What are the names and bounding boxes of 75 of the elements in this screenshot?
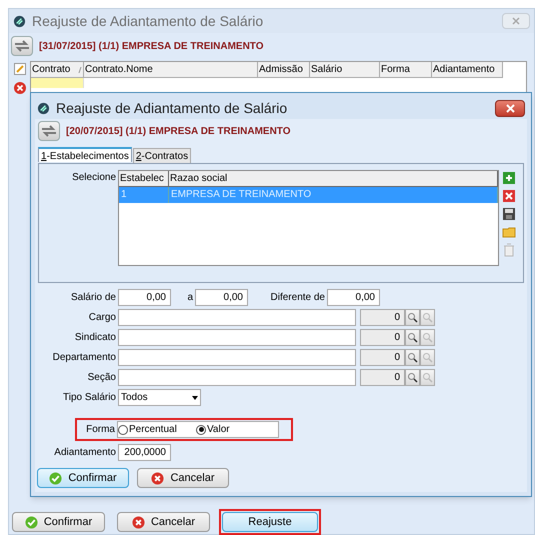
readjust-button[interactable]: Reajuste [222, 512, 318, 532]
code-field[interactable]: 0 [360, 349, 405, 366]
column-header[interactable]: Contrato.Nome [84, 62, 258, 78]
swap-arrows-button[interactable] [11, 36, 33, 56]
radio-option[interactable]: Valor [196, 422, 230, 437]
search-button[interactable] [420, 349, 435, 366]
field-label: Seção [86, 371, 117, 385]
save-icon[interactable] [501, 206, 517, 222]
table-cell [31, 78, 84, 88]
cancel-icon [132, 516, 145, 528]
search-button[interactable] [405, 309, 420, 326]
field-label: a [186, 291, 194, 305]
confirm-button[interactable]: Confirmar [12, 512, 105, 532]
confirm-button[interactable]: Confirmar [37, 468, 129, 488]
add-icon[interactable] [501, 170, 517, 186]
radio-option[interactable]: Percentual [118, 422, 196, 437]
cancel-icon [151, 472, 164, 484]
check-icon [24, 516, 38, 528]
close-button[interactable] [495, 100, 525, 116]
field-label: Salário de [70, 291, 117, 305]
advance-field[interactable]: 200,0000 [118, 444, 171, 461]
search-button[interactable] [420, 329, 435, 346]
cancel-button[interactable]: Cancelar [137, 468, 229, 488]
delete-icon[interactable] [12, 80, 28, 96]
salary-type-dropdown[interactable]: Todos [118, 389, 201, 406]
close-icon [512, 17, 520, 25]
column-header[interactable]: Contrato [31, 62, 84, 78]
code-field[interactable]: 0 [360, 329, 405, 346]
lookup-field[interactable] [118, 329, 356, 346]
company-header: [31/07/2015] (1/1) EMPRESA DE TREINAMENTO [39, 40, 264, 54]
salary-to-field[interactable]: 0,00 [195, 289, 248, 306]
column-header[interactable]: Adiantamento [432, 62, 503, 78]
check-icon [49, 472, 62, 484]
close-icon [506, 104, 514, 112]
cancel-button[interactable]: Cancelar [117, 512, 210, 532]
column-header[interactable]: Razao social [169, 171, 498, 187]
field-label: Sindicato [74, 331, 117, 345]
trash-icon[interactable] [501, 242, 517, 258]
column-header[interactable]: Estabelec [119, 171, 169, 187]
dialog-title: Reajuste de Adiantamento de Salário [56, 98, 288, 118]
company-header: [20/07/2015] (1/1) EMPRESA DE TREINAMENTO [66, 124, 291, 138]
lookup-field[interactable] [118, 309, 356, 326]
app-logo-icon [13, 14, 26, 28]
dropdown-arrow-icon [192, 396, 198, 400]
window-title: Reajuste de Adiantamento de Salário [32, 12, 264, 31]
field-label: Diferente de [270, 291, 326, 305]
delete-icon[interactable] [501, 188, 517, 204]
swap-arrows-button[interactable] [38, 121, 60, 141]
tab[interactable]: 2-Contratos [132, 148, 192, 163]
column-header[interactable]: Salário [310, 62, 380, 78]
field-label: Tipo Salário [62, 391, 117, 405]
field-label: Adiantamento [53, 446, 117, 460]
search-button[interactable] [405, 369, 420, 386]
field-label: Forma [85, 423, 116, 437]
code-field[interactable]: 0 [360, 309, 405, 326]
search-button[interactable] [420, 369, 435, 386]
lookup-field[interactable] [118, 369, 356, 386]
search-button[interactable] [405, 349, 420, 366]
select-label: Selecione [71, 171, 117, 185]
salary-from-field[interactable]: 0,00 [118, 289, 171, 306]
table-cell: EMPRESA DE TREINAMENTO [169, 187, 498, 203]
field-label: Departamento [52, 351, 117, 365]
tab[interactable]: 1-Estabelecimentos [38, 147, 132, 162]
search-button[interactable] [420, 309, 435, 326]
edit-icon[interactable] [12, 61, 28, 77]
search-button[interactable] [405, 329, 420, 346]
table-cell: 1 [119, 187, 169, 203]
sort-indicator-icon [78, 66, 82, 72]
field-label: Cargo [88, 311, 117, 325]
app-logo-icon [37, 102, 50, 114]
salary-different-field[interactable]: 0,00 [327, 289, 380, 306]
column-header[interactable]: Forma [380, 62, 432, 78]
code-field[interactable]: 0 [360, 369, 405, 386]
lookup-field[interactable] [118, 349, 356, 366]
column-header[interactable]: Admissão [258, 62, 310, 78]
